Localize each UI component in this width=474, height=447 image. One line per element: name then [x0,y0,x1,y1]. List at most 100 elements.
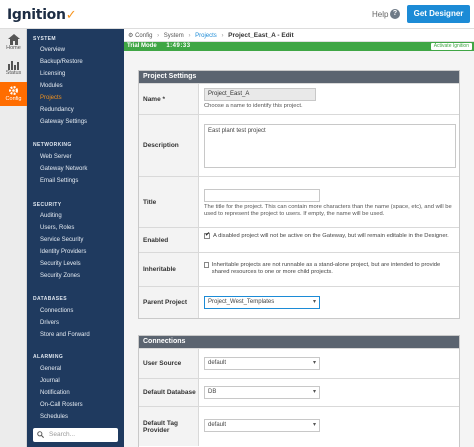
user-source-select[interactable]: default ▾ [204,357,320,370]
section-databases: DATABASES [33,296,67,302]
breadcrumb-separator: › [157,33,160,39]
chevron-down-icon: ▾ [312,299,316,305]
breadcrumb-gear-icon: ⚙ [128,33,134,39]
chevron-down-icon: ▾ [312,360,316,366]
sidebar-item-email-settings[interactable]: Email Settings [27,176,124,187]
parent-project-select[interactable]: Project_West_Templates ▾ [204,296,320,309]
default-database-select[interactable]: DB ▾ [204,386,320,399]
sidebar-item-identity-providers[interactable]: Identity Providers [27,247,124,258]
breadcrumb-separator: › [221,33,224,39]
sidebar-item-users-roles[interactable]: Users, Roles [27,223,124,234]
breadcrumb-projects[interactable]: Projects [195,33,217,39]
sidebar-item-web-server[interactable]: Web Server [27,152,124,163]
default-database-label: Default Database [139,379,199,406]
default-database-value: DB [208,389,217,395]
breadcrumb-current: Project_East_A - Edit [228,32,294,39]
project-settings-heading: Project Settings [139,71,459,83]
enabled-row: Enabled A disabled project will not be a… [139,227,459,252]
sidebar-item-journal[interactable]: Journal [27,376,124,387]
sidebar-item-overview[interactable]: Overview [27,45,124,56]
logo-check-icon: ✓ [65,8,77,23]
sidebar-item-security-levels[interactable]: Security Levels [27,259,124,270]
default-database-row: Default Database DB ▾ [139,378,459,406]
sidebar-item-licensing[interactable]: Licensing [27,69,124,80]
help-icon[interactable]: ? [390,9,400,19]
sidebar-item-gateway-network[interactable]: Gateway Network [27,164,124,175]
nav-home[interactable]: Home [0,31,27,55]
inheritable-checkbox[interactable] [204,262,209,268]
description-row: Description East plant test project [139,114,459,176]
default-tag-provider-row: Default Tag Provider default ▾ [139,406,459,446]
default-tag-provider-label: Default Tag Provider [139,407,199,446]
title-row: Title The title for the project. This ca… [139,176,459,227]
connections-panel: Connections User Source default ▾ Defaul… [138,335,460,447]
config-sidebar: SYSTEM Overview Backup/Restore Licensing… [27,29,124,447]
sidebar-item-redundancy[interactable]: Redundancy [27,105,124,116]
section-system: SYSTEM [33,36,56,42]
sidebar-search-input[interactable]: Search... [33,428,118,442]
parent-project-row: Parent Project Project_West_Templates ▾ [139,286,459,318]
sidebar-item-service-security[interactable]: Service Security [27,235,124,246]
sidebar-item-store-and-forward[interactable]: Store and Forward [27,330,124,341]
nav-config[interactable]: Config [0,82,27,106]
breadcrumb: ⚙ Config › System › Projects › Project_E… [124,29,474,42]
sidebar-item-on-call-rosters[interactable]: On-Call Rosters [27,400,124,411]
sidebar-item-auditing[interactable]: Auditing [27,211,124,222]
activate-ignition-button[interactable]: Activate Ignition [430,43,472,50]
parent-project-label: Parent Project [139,287,199,318]
sidebar-item-notification[interactable]: Notification [27,388,124,399]
get-designer-button[interactable]: Get Designer [407,5,470,23]
name-row: Name * Project_East_A Choose a name to i… [139,83,459,114]
project-settings-panel: Project Settings Name * Project_East_A C… [138,70,460,319]
help-link[interactable]: Help [372,10,388,19]
chevron-down-icon: ▾ [312,389,316,395]
sidebar-item-schedules[interactable]: Schedules [27,412,124,423]
sidebar-item-general[interactable]: General [27,364,124,375]
bar-chart-icon [8,61,19,70]
enabled-help: A disabled project will not be active on… [213,233,449,239]
title-input[interactable] [204,189,320,202]
default-tag-provider-select[interactable]: default ▾ [204,419,320,432]
section-alarming: ALARMING [33,354,64,360]
name-label: Name * [139,84,199,114]
connections-heading: Connections [139,336,459,348]
sidebar-item-gateway-settings[interactable]: Gateway Settings [27,117,124,128]
chevron-down-icon: ▾ [312,422,316,428]
inheritable-help: Inheritable projects are not runnable as… [211,262,441,275]
title-help: The title for the project. This can cont… [204,204,452,217]
description-textarea[interactable]: East plant test project [204,124,456,168]
search-icon [37,431,44,438]
search-placeholder: Search... [49,431,76,438]
sidebar-item-backup-restore[interactable]: Backup/Restore [27,57,124,68]
sidebar-item-security-zones[interactable]: Security Zones [27,271,124,282]
user-source-label: User Source [139,349,199,378]
trial-mode-bar: Trial Mode 1:49:33 Activate Ignition [124,42,474,51]
enabled-checkbox[interactable] [204,232,210,239]
name-help: Choose a name to identify this project. [204,103,303,109]
trial-timer: 1:49:33 [166,43,191,49]
inheritable-row: Inheritable Inheritable projects are not… [139,252,459,286]
sidebar-item-projects[interactable]: Projects [27,93,124,104]
section-security: SECURITY [33,202,62,208]
icon-nav: Home Status Config [0,29,27,447]
default-tag-provider-value: default [208,422,227,428]
breadcrumb-separator: › [188,33,191,39]
top-header: Ignition✓ Help ? Get Designer [0,0,474,29]
ignition-logo[interactable]: Ignition✓ [7,7,77,23]
nav-status[interactable]: Status [0,56,27,80]
home-icon [7,34,20,45]
breadcrumb-config[interactable]: Config [135,33,152,39]
name-input[interactable]: Project_East_A [204,88,316,101]
sidebar-item-modules[interactable]: Modules [27,81,124,92]
sidebar-item-connections[interactable]: Connections [27,306,124,317]
sidebar-item-drivers[interactable]: Drivers [27,318,124,329]
parent-project-value: Project_West_Templates [208,299,275,305]
title-label: Title [139,177,199,227]
section-networking: NETWORKING [33,142,72,148]
inheritable-label: Inheritable [139,253,199,286]
user-source-row: User Source default ▾ [139,348,459,378]
user-source-value: default [208,360,227,366]
breadcrumb-system[interactable]: System [164,33,184,39]
description-label: Description [139,115,199,176]
gear-icon [8,85,19,96]
